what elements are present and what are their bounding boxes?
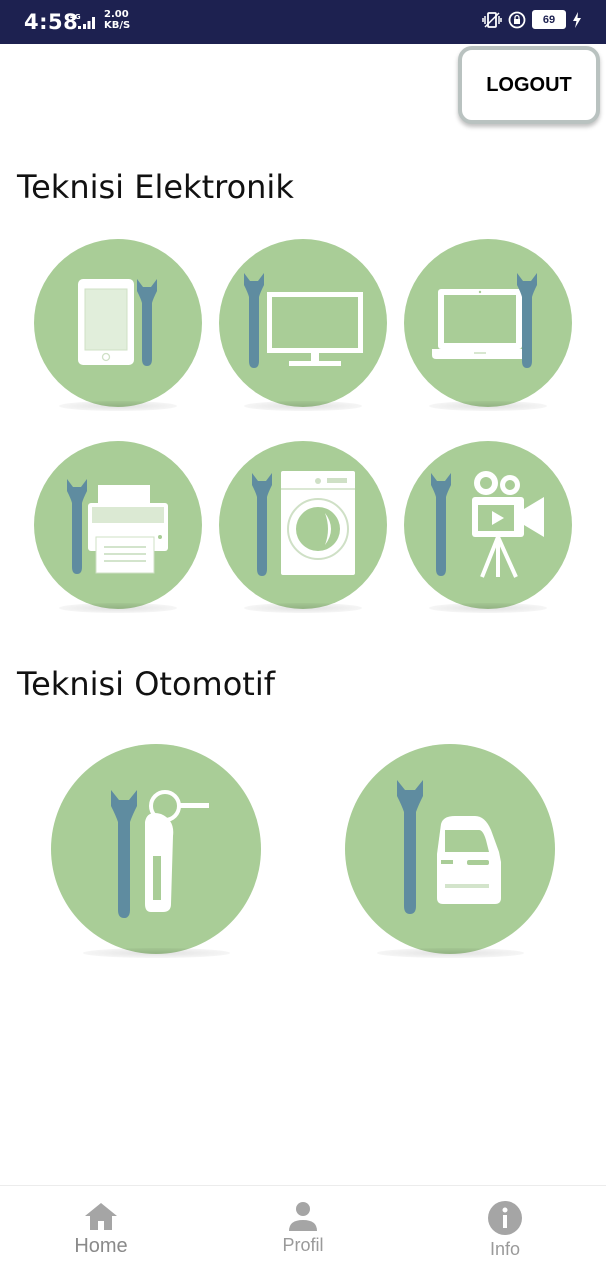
printer-repair-icon[interactable]	[34, 441, 202, 613]
nav-home-label: Home	[74, 1235, 128, 1257]
speed-value: 2.00	[104, 9, 129, 20]
signal-icon: 4G	[69, 12, 99, 35]
section-title-electronic: Teknisi Elektronik	[17, 168, 294, 206]
speed-unit: KB/S	[104, 20, 131, 31]
status-bar: 4:58 4G 2.00 KB/S 69	[0, 0, 606, 44]
tv-repair-icon[interactable]	[219, 239, 387, 411]
home-icon	[85, 1203, 117, 1230]
section-title-automotive: Teknisi Otomotif	[17, 665, 275, 703]
car-repair-icon[interactable]	[345, 744, 555, 958]
video-camera-repair-icon[interactable]	[404, 441, 572, 613]
laptop-repair-icon[interactable]	[404, 239, 572, 411]
motorcycle-repair-icon[interactable]	[51, 744, 261, 958]
nav-home[interactable]: Home	[0, 1186, 202, 1281]
battery-indicator: 69	[532, 10, 566, 29]
person-icon	[289, 1202, 317, 1231]
nav-info[interactable]: Info	[404, 1186, 606, 1281]
status-right: 69	[482, 10, 582, 29]
washing-machine-repair-icon[interactable]	[219, 441, 387, 613]
nav-profil-label: Profil	[282, 1235, 324, 1255]
charging-icon	[573, 11, 581, 28]
smartphone-repair-icon[interactable]	[34, 239, 202, 411]
info-icon	[488, 1201, 522, 1235]
bottom-navigation: Home Profil Info	[0, 1185, 606, 1281]
network-type: 4G	[70, 13, 81, 21]
logout-button[interactable]: LOGOUT	[458, 46, 600, 124]
nav-info-label: Info	[489, 1239, 521, 1259]
network-speed: 2.00 KB/S	[104, 9, 130, 31]
lock-rotation-icon	[508, 11, 526, 28]
vibrate-icon	[482, 11, 502, 28]
nav-profil[interactable]: Profil	[202, 1186, 404, 1281]
